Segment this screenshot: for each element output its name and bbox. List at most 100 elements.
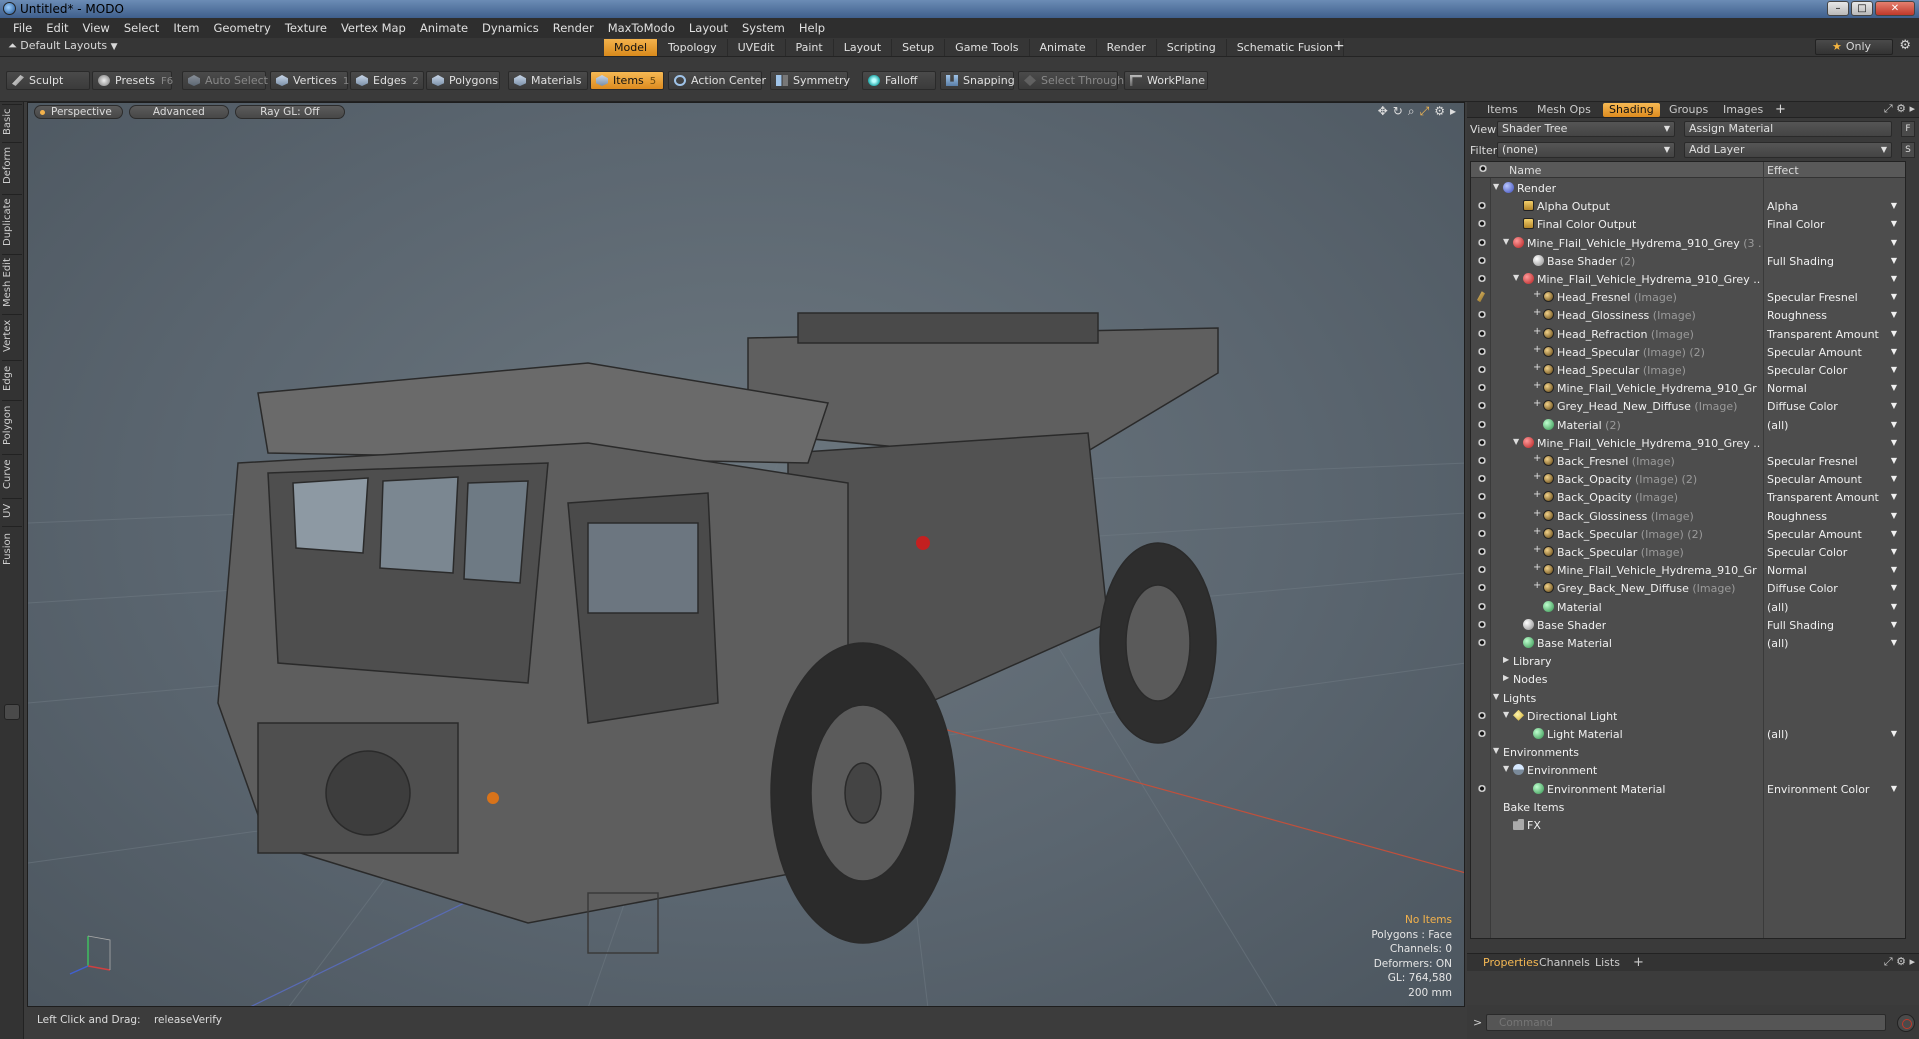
menu-system[interactable]: System — [735, 21, 792, 35]
workplane-button[interactable]: WorkPlane — [1124, 71, 1208, 90]
effect-dropdown[interactable]: Specular Amount ▼ — [1767, 473, 1897, 486]
viewport-menu-icon[interactable]: ▸ — [1450, 104, 1456, 119]
eye-icon[interactable] — [1477, 202, 1487, 210]
tree-row[interactable]: + Head_Specular (Image) (2) Specular Amoun… — [1471, 343, 1905, 361]
tree-row[interactable]: Base Material (all) ▼ — [1471, 634, 1905, 652]
tree-row[interactable]: + Back_Specular (Image) (2) Specular Amoun… — [1471, 525, 1905, 543]
effect-dropdown[interactable]: Normal ▼ — [1767, 564, 1897, 577]
palette-button[interactable] — [4, 704, 20, 720]
only-toggle[interactable]: ★ Only — [1815, 39, 1893, 55]
menu-render[interactable]: Render — [546, 21, 601, 35]
panel-controls-icon[interactable]: ⤢ ⚙ ▸ — [1884, 102, 1915, 116]
assign-material-button[interactable]: Assign Material — [1684, 121, 1892, 137]
eye-icon[interactable] — [1477, 329, 1487, 337]
eye-icon[interactable] — [1477, 238, 1487, 246]
tab-mesh-ops[interactable]: Mesh Ops — [1531, 103, 1597, 117]
raygl-button[interactable]: Ray GL: Off — [234, 105, 345, 119]
materials-button[interactable]: Materials — [508, 71, 588, 90]
tab-animate[interactable]: Animate — [1030, 39, 1097, 56]
effect-dropdown[interactable]: (all) ▼ — [1767, 419, 1897, 432]
menu-layout[interactable]: Layout — [682, 21, 735, 35]
items-button[interactable]: Items 5 — [590, 71, 664, 90]
tree-row[interactable]: + Head_Fresnel (Image) Specular Fresnel ▼ — [1471, 288, 1905, 306]
tab-items[interactable]: Items — [1481, 103, 1524, 117]
expand-toggle-icon[interactable]: ▼ — [1503, 237, 1509, 246]
expand-plus-icon[interactable]: + — [1533, 380, 1541, 391]
maximize-icon[interactable]: ⤢ — [1420, 104, 1430, 119]
tree-row[interactable]: + Back_Specular (Image) Specular Color ▼ — [1471, 543, 1905, 561]
expand-toggle-icon[interactable]: ▼ — [1503, 764, 1509, 773]
menu-edit[interactable]: Edit — [39, 21, 75, 35]
effect-dropdown[interactable]: Specular Amount ▼ — [1767, 346, 1897, 359]
menu-animate[interactable]: Animate — [413, 21, 475, 35]
expand-toggle-icon[interactable]: ▶ — [1503, 655, 1509, 664]
maximize-button[interactable]: □ — [1851, 1, 1873, 16]
expand-plus-icon[interactable]: + — [1533, 344, 1541, 355]
eye-icon[interactable] — [1477, 457, 1487, 464]
menu-dynamics[interactable]: Dynamics — [475, 21, 546, 35]
eye-icon[interactable] — [1477, 548, 1487, 555]
tab-groups[interactable]: Groups — [1663, 103, 1714, 117]
expand-toggle-icon[interactable]: ▼ — [1493, 182, 1499, 191]
tab-vertex[interactable]: Vertex — [2, 314, 22, 356]
select-through-button[interactable]: Select Through — [1018, 71, 1124, 90]
view-dropdown[interactable]: Shader Tree ▼ — [1497, 121, 1675, 137]
expand-toggle-icon[interactable]: ▼ — [1513, 437, 1519, 446]
menu-maxtomodo[interactable]: MaxToModo — [601, 21, 682, 35]
tab-basic[interactable]: Basic — [2, 104, 22, 138]
gear-icon[interactable]: ⚙ — [1899, 38, 1911, 53]
snapping-button[interactable]: Snapping — [940, 71, 1015, 90]
expand-plus-icon[interactable]: + — [1533, 453, 1541, 464]
tree-row[interactable]: ▼ Render — [1471, 179, 1905, 197]
tab-setup[interactable]: Setup — [892, 39, 946, 56]
tree-row[interactable]: Material (2) (all) ▼ — [1471, 416, 1905, 434]
auto-select-button[interactable]: Auto Select — [182, 71, 268, 90]
add-layout-button[interactable]: + — [1333, 38, 1345, 54]
expand-toggle-icon[interactable]: ▶ — [1503, 673, 1509, 682]
eye-icon[interactable] — [1477, 256, 1487, 264]
add-layer-shortcut[interactable]: S — [1901, 142, 1915, 158]
tab-curve[interactable]: Curve — [2, 454, 22, 494]
menu-texture[interactable]: Texture — [278, 21, 334, 35]
tree-row[interactable]: + Back_Opacity (Image) (2) Specular Amount… — [1471, 470, 1905, 488]
tab-lists[interactable]: Lists — [1589, 956, 1626, 970]
layouts-dropdown[interactable]: ⏶ Default Layouts ▼ — [8, 39, 118, 53]
tab-channels[interactable]: Channels — [1533, 956, 1596, 970]
menu-help[interactable]: Help — [792, 21, 832, 35]
edges-button[interactable]: Edges 2 — [350, 71, 424, 90]
eye-icon[interactable] — [1477, 475, 1487, 483]
tree-row[interactable]: Light Material (all) ▼ — [1471, 725, 1905, 743]
add-props-tab-button[interactable]: + — [1627, 956, 1650, 970]
expand-plus-icon[interactable]: + — [1533, 562, 1541, 573]
vertices-button[interactable]: Vertices 1 — [270, 71, 349, 90]
expand-plus-icon[interactable]: + — [1533, 398, 1541, 409]
tree-row[interactable]: + Grey_Back_New_Diffuse (Image) Diffuse Co… — [1471, 579, 1905, 597]
effect-dropdown[interactable]: (all) ▼ — [1767, 637, 1897, 650]
tree-row[interactable]: Alpha Output Alpha ▼ — [1471, 197, 1905, 215]
expand-plus-icon[interactable]: + — [1533, 508, 1541, 519]
expand-plus-icon[interactable]: + — [1533, 326, 1541, 337]
tree-row[interactable]: + Back_Glossiness (Image) Roughness ▼ — [1471, 507, 1905, 525]
tab-images[interactable]: Images — [1717, 103, 1769, 117]
menu-geometry[interactable]: Geometry — [207, 21, 278, 35]
eye-icon[interactable] — [1477, 620, 1487, 628]
pan-icon[interactable]: ✥ — [1378, 104, 1388, 119]
tree-row[interactable]: + Head_Specular (Image) Specular Color ▼ — [1471, 361, 1905, 379]
shading-mode-button[interactable]: Advanced — [128, 105, 229, 119]
add-layer-dropdown[interactable]: Add Layer ▼ — [1684, 142, 1892, 158]
tree-row[interactable]: ▼ Mine_Flail_Vehicle_Hydrema_910_Grey ...… — [1471, 270, 1905, 288]
filter-dropdown[interactable]: (none) ▼ — [1497, 142, 1675, 158]
eye-icon[interactable] — [1477, 730, 1487, 737]
eye-icon[interactable] — [1477, 366, 1487, 373]
tree-row[interactable]: Environment Material Environment Color ▼ — [1471, 780, 1905, 798]
effect-dropdown[interactable]: Full Shading ▼ — [1767, 255, 1897, 268]
effect-dropdown[interactable]: Transparent Amount ▼ — [1767, 328, 1897, 341]
expand-plus-icon[interactable]: + — [1533, 526, 1541, 537]
tree-row[interactable]: Base Shader Full Shading ▼ — [1471, 616, 1905, 634]
tab-deform[interactable]: Deform — [2, 142, 22, 188]
effect-dropdown[interactable]: Specular Fresnel ▼ — [1767, 291, 1897, 304]
effect-dropdown[interactable]: Environment Color ▼ — [1767, 783, 1897, 796]
effect-dropdown[interactable]: Roughness ▼ — [1767, 510, 1897, 523]
assign-shortcut[interactable]: F — [1901, 121, 1915, 137]
eye-icon[interactable] — [1477, 420, 1487, 428]
